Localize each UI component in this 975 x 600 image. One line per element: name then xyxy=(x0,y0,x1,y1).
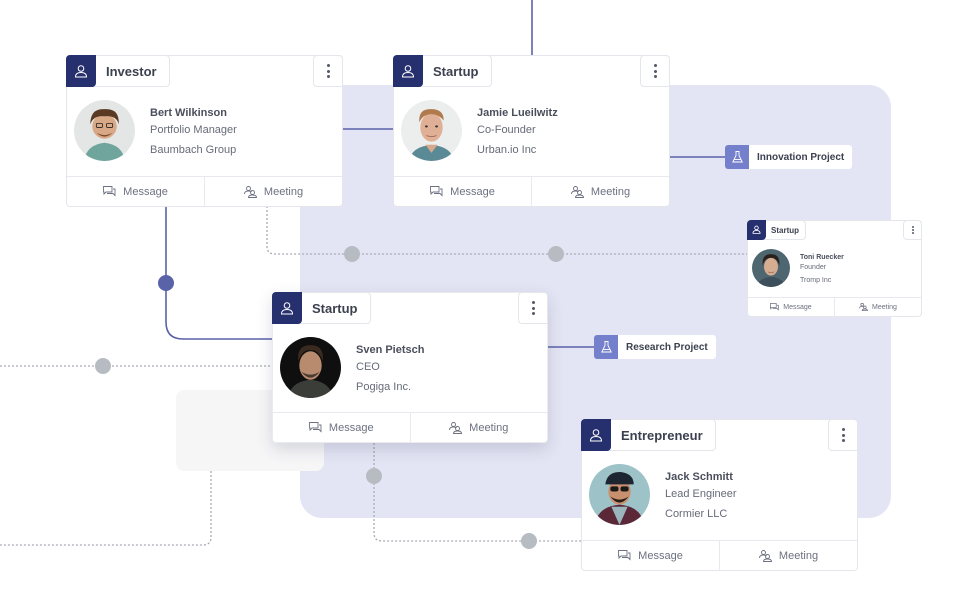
message-button[interactable]: Message xyxy=(67,177,204,206)
contact-company: Baumbach Group xyxy=(150,144,237,156)
project-node-innovation[interactable]: Innovation Project xyxy=(725,145,853,169)
contact-company: Cormier LLC xyxy=(665,508,728,520)
contact-card-investor[interactable]: Investor Bert Wilkinson Portfolio Manage… xyxy=(66,54,343,207)
contact-role: Portfolio Manager xyxy=(150,124,237,136)
meeting-icon xyxy=(859,303,868,311)
more-options-button[interactable] xyxy=(828,419,858,451)
card-tag-label: Startup xyxy=(433,63,479,79)
contact-name: Bert Wilkinson xyxy=(150,107,227,119)
meeting-icon xyxy=(758,549,772,562)
meeting-button[interactable]: Meeting xyxy=(719,541,857,570)
contact-card-startup-jamie[interactable]: Startup Jamie Lueilwitz Co-Founder Urban… xyxy=(393,54,670,207)
message-label: Message xyxy=(123,185,168,198)
meeting-label: Meeting xyxy=(778,549,819,562)
contact-card-startup-sven[interactable]: Startup Sven Pietsch CEO Pogiga Inc. Mes… xyxy=(272,291,548,443)
meeting-button[interactable]: Meeting xyxy=(409,413,548,442)
dotted-sven-jack xyxy=(373,443,581,542)
contact-role: Founder xyxy=(800,264,827,271)
meeting-icon xyxy=(570,185,584,198)
contact-card-entrepreneur[interactable]: Entrepreneur Jack Schmitt Lead Engineer … xyxy=(581,418,858,571)
kebab-icon xyxy=(841,427,845,443)
message-button[interactable]: Message xyxy=(582,541,719,570)
meeting-label: Meeting xyxy=(263,185,304,198)
contact-name: Jack Schmitt xyxy=(665,471,733,483)
dotted-ghost-left xyxy=(0,471,212,546)
card-tag: Startup xyxy=(272,291,371,324)
message-icon xyxy=(308,422,322,433)
connector-node-gray xyxy=(548,246,564,262)
message-icon xyxy=(103,186,116,197)
user-icon xyxy=(66,54,96,87)
connector-node-blue xyxy=(158,275,174,291)
card-tag-label: Investor xyxy=(106,63,157,79)
message-label: Message xyxy=(328,421,374,434)
contact-name: Sven Pietsch xyxy=(356,344,425,356)
message-icon xyxy=(618,550,631,561)
more-options-button[interactable] xyxy=(640,55,670,87)
contact-role: Lead Engineer xyxy=(665,488,737,500)
user-icon xyxy=(393,54,423,87)
message-icon xyxy=(430,186,443,197)
kebab-icon xyxy=(653,63,657,79)
user-icon xyxy=(747,219,766,240)
project-node-research[interactable]: Research Project xyxy=(594,335,716,359)
connector-node-gray xyxy=(344,246,360,262)
dotted-investor-toni xyxy=(266,206,748,255)
more-options-button[interactable] xyxy=(518,292,548,324)
card-tag: Entrepreneur xyxy=(581,418,716,451)
avatar xyxy=(589,464,650,525)
kebab-icon xyxy=(911,225,914,235)
connector-node-gray xyxy=(366,468,382,484)
flask-icon xyxy=(594,335,618,359)
kebab-icon xyxy=(531,300,535,316)
message-label: Message xyxy=(638,549,683,562)
card-tag: Startup xyxy=(747,219,806,240)
contact-role: Co-Founder xyxy=(477,124,536,136)
contact-name: Jamie Lueilwitz xyxy=(477,107,558,119)
avatar xyxy=(280,337,341,398)
meeting-label: Meeting xyxy=(590,185,631,198)
connector-node-gray xyxy=(95,358,111,374)
meeting-icon xyxy=(243,185,257,198)
more-options-button[interactable] xyxy=(313,55,343,87)
card-tag-label: Startup xyxy=(771,225,799,235)
message-button[interactable]: Message xyxy=(394,177,531,206)
message-label: Message xyxy=(450,185,495,198)
user-icon xyxy=(272,291,302,324)
more-options-button[interactable] xyxy=(903,220,922,240)
meeting-icon xyxy=(449,421,463,434)
message-label: Message xyxy=(783,303,812,311)
contact-company: Pogiga Inc. xyxy=(356,381,412,393)
connector-investor-sven xyxy=(165,206,272,340)
contact-role: CEO xyxy=(356,361,380,373)
card-tag-label: Startup xyxy=(312,300,358,316)
meeting-label: Meeting xyxy=(469,421,509,434)
contact-card-startup-toni[interactable]: Startup Toni Ruecker Founder Tromp Inc M… xyxy=(747,219,922,317)
card-tag: Startup xyxy=(393,54,492,87)
meeting-label: Meeting xyxy=(872,303,897,311)
project-label: Research Project xyxy=(626,341,708,353)
message-button[interactable]: Message xyxy=(273,413,410,442)
kebab-icon xyxy=(326,63,330,79)
contact-company: Tromp Inc xyxy=(800,277,832,284)
avatar xyxy=(401,100,462,161)
message-button[interactable]: Message xyxy=(748,298,834,316)
flask-icon xyxy=(725,145,749,169)
card-tag: Investor xyxy=(66,54,170,87)
meeting-button[interactable]: Meeting xyxy=(531,177,669,206)
connector-node-gray xyxy=(521,533,537,549)
user-icon xyxy=(581,418,611,451)
avatar xyxy=(74,100,135,161)
message-icon xyxy=(770,303,779,311)
contact-name: Toni Ruecker xyxy=(800,254,844,261)
meeting-button[interactable]: Meeting xyxy=(834,298,921,316)
meeting-button[interactable]: Meeting xyxy=(204,177,342,206)
card-tag-label: Entrepreneur xyxy=(621,427,703,443)
project-label: Innovation Project xyxy=(757,151,845,163)
contact-company: Urban.io Inc xyxy=(477,144,537,156)
avatar xyxy=(752,249,790,287)
